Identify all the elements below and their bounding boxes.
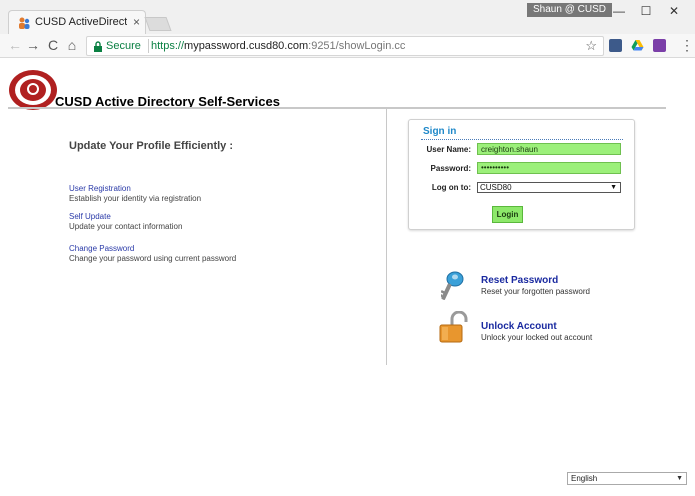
new-tab-button[interactable] — [144, 17, 172, 31]
back-button[interactable]: ← — [7, 37, 23, 53]
signin-title: Sign in — [423, 126, 457, 137]
extension-screen-icon[interactable] — [609, 39, 622, 52]
password-input[interactable]: •••••••••• — [477, 162, 621, 174]
tab-close-icon[interactable]: × — [133, 15, 140, 29]
unlock-account-link[interactable]: Unlock Account — [481, 321, 557, 332]
lock-icon — [94, 41, 102, 52]
self-update-desc: Update your contact information — [69, 222, 183, 231]
page-content: CUSD Active Directory Self-Services Upda… — [0, 59, 695, 496]
profile-badge[interactable]: Shaun @ CUSD — [527, 3, 612, 17]
header-divider — [8, 107, 666, 109]
school-seal-logo — [9, 70, 57, 110]
logon-label: Log on to: — [431, 183, 471, 192]
url-scheme: https:// — [151, 40, 185, 52]
signin-divider — [421, 139, 623, 140]
user-registration-item: User Registration Establish your identit… — [69, 184, 201, 203]
forward-button[interactable]: → — [25, 37, 41, 53]
close-window-button[interactable]: ✕ — [664, 4, 684, 18]
maximize-button[interactable]: ☐ — [636, 4, 656, 18]
key-icon[interactable] — [441, 271, 465, 303]
user-registration-desc: Establish your identity via registration — [69, 194, 202, 203]
profile-heading: Update Your Profile Efficiently : — [69, 140, 234, 152]
browser-window: CUSD ActiveDirectory Pa × Shaun @ CUSD —… — [0, 0, 695, 496]
bookmark-star-icon[interactable]: ☆ — [585, 38, 597, 54]
url-text: https://mypassword.cusd80.com:9251/showL… — [151, 40, 405, 52]
change-password-item: Change Password Change your password usi… — [69, 244, 236, 263]
user-registration-link[interactable]: User Registration — [69, 184, 201, 193]
drive-icon[interactable] — [631, 39, 644, 52]
address-bar[interactable]: Secure https://mypassword.cusd80.com:925… — [86, 36, 604, 56]
column-divider — [386, 109, 387, 365]
reload-button[interactable]: C — [45, 37, 61, 53]
secure-label: Secure — [106, 40, 141, 52]
chevron-down-icon: ▼ — [610, 184, 617, 191]
reset-password-link[interactable]: Reset Password — [481, 275, 558, 286]
url-host: mypassword.cusd80.com — [184, 40, 309, 52]
unlock-account-desc: Unlock your locked out account — [481, 333, 593, 342]
logon-select-value: CUSD80 — [480, 183, 512, 192]
language-select[interactable]: English ▼ — [567, 472, 687, 485]
url-path: :9251/showLogin.cc — [308, 40, 406, 52]
password-label: Password: — [430, 164, 471, 173]
tab-title: CUSD ActiveDirectory Pa — [35, 16, 127, 28]
signin-panel: Sign in User Name: Password: •••••••••• … — [408, 119, 635, 230]
self-update-item: Self Update Update your contact informat… — [69, 212, 182, 231]
username-label: User Name: — [426, 145, 471, 154]
url-separator — [148, 39, 149, 53]
browser-toolbar: ← → C ⌂ Secure https://mypassword.cusd80… — [0, 34, 695, 58]
menu-icon[interactable]: ⋮ — [680, 37, 694, 54]
language-value: English — [571, 474, 598, 483]
title-bar: CUSD ActiveDirectory Pa × Shaun @ CUSD —… — [0, 0, 695, 34]
home-button[interactable]: ⌂ — [64, 37, 80, 53]
people-icon — [19, 17, 30, 29]
login-button[interactable]: Login — [492, 206, 523, 223]
username-input[interactable] — [477, 143, 621, 155]
reset-password-desc: Reset your forgotten password — [481, 287, 590, 296]
onenote-icon[interactable] — [653, 39, 666, 52]
change-password-desc: Change your password using current passw… — [69, 254, 237, 263]
chevron-down-icon: ▼ — [676, 475, 683, 482]
change-password-link[interactable]: Change Password — [69, 244, 236, 253]
browser-tab[interactable]: CUSD ActiveDirectory Pa × — [8, 10, 146, 34]
minimize-button[interactable]: — — [609, 4, 629, 18]
logon-select[interactable]: CUSD80 ▼ — [477, 182, 621, 193]
padlock-icon[interactable] — [438, 311, 468, 343]
self-update-link[interactable]: Self Update — [69, 212, 182, 221]
